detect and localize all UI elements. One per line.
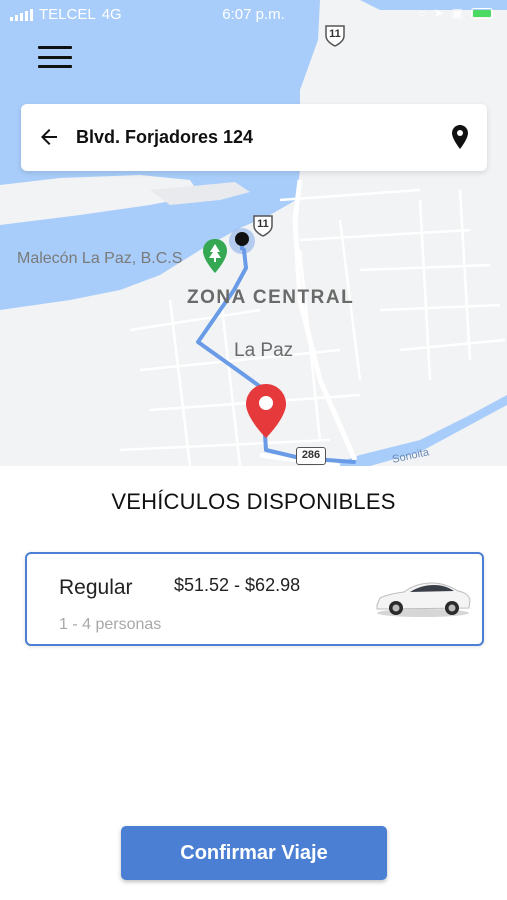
vehicle-capacity: 1 - 4 personas xyxy=(59,616,162,633)
menu-icon-bar xyxy=(38,55,72,59)
confirm-trip-button[interactable]: Confirmar Viaje xyxy=(121,826,387,880)
battery-icon xyxy=(471,7,493,19)
menu-icon-bar xyxy=(38,65,72,68)
map-label-zona-central: ZONA CENTRAL xyxy=(187,287,355,308)
destination-address[interactable]: Blvd. Forjadores 124 xyxy=(76,127,253,148)
available-vehicles-title: VEHÍCULOS DISPONIBLES xyxy=(111,489,396,514)
park-icon xyxy=(203,239,227,273)
menu-icon-bar xyxy=(38,46,72,49)
highway-11-mid-label: 11 xyxy=(257,218,269,230)
current-location-icon xyxy=(235,232,249,246)
vehicle-name: Regular xyxy=(59,576,133,599)
destination-pin-icon xyxy=(246,384,286,438)
map-label-malecon: Malecón La Paz, B.C.S xyxy=(17,250,183,267)
map-pin-icon[interactable] xyxy=(451,124,469,150)
status-right: ○ ➤ ▣ xyxy=(418,6,493,20)
location-arrow-icon: ➤ xyxy=(433,6,444,20)
vehicle-price: $51.52 - $62.98 xyxy=(174,575,301,595)
car-icon xyxy=(376,582,471,617)
menu-button[interactable] xyxy=(38,44,72,70)
vehicle-option-regular[interactable]: Regular $51.52 - $62.98 1 - 4 personas xyxy=(25,552,484,646)
alarm-icon: ○ xyxy=(418,6,426,20)
highway-286-badge: 286 xyxy=(296,447,326,465)
address-search-card[interactable]: Blvd. Forjadores 124 xyxy=(21,104,487,171)
arrow-left-icon[interactable] xyxy=(37,125,61,149)
map-view[interactable]: 11 11 286 Malecón La Paz, B.C.S ZONA CEN… xyxy=(0,0,507,466)
map-label-la-paz: La Paz xyxy=(234,340,294,361)
status-bar: TELCEL 4G 6:07 p.m. ○ ➤ ▣ xyxy=(0,0,507,30)
lock-rotation-icon: ▣ xyxy=(451,6,463,20)
